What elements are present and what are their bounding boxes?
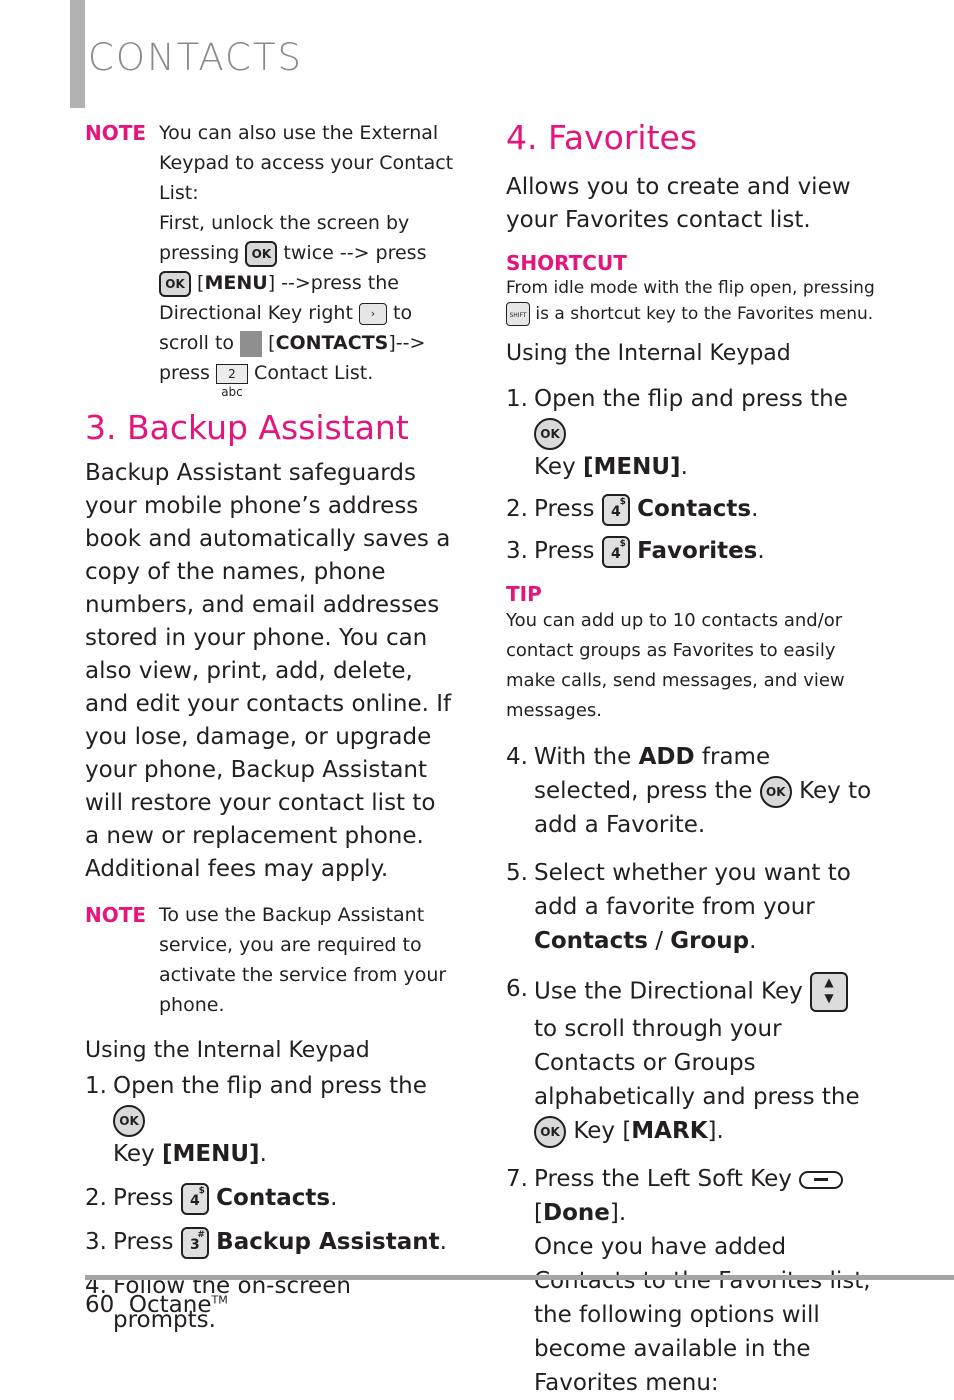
list-item: 2. Press 4 $ Contacts. [85, 1181, 455, 1215]
note-text: You can also use the External Keypad to … [159, 122, 454, 204]
left-column: NOTE You can also use the External Keypa… [85, 118, 455, 1337]
footer-divider [85, 1275, 954, 1280]
key-2-abc-icon: 2 abc [216, 363, 248, 399]
contacts-menu-icon [240, 330, 263, 357]
backup-assistant-description: Backup Assistant safeguards your mobile … [85, 460, 452, 882]
ok-key-icon: OK [159, 270, 191, 297]
list-item: 1. Open the flip and press the OK Key [M… [85, 1073, 427, 1167]
right-column: 4. Favorites Allows you to create and vi… [506, 118, 876, 1400]
note-external-keypad: NOTE You can also use the External Keypa… [85, 118, 455, 399]
chapter-title: CONTACTS [88, 36, 303, 79]
section-title-favorites: 4. Favorites [506, 118, 698, 157]
tip-text: You can add up to 10 contacts and/or con… [506, 610, 845, 721]
key-4-icon: 4 $ [601, 535, 630, 568]
note-backup-service: NOTE To use the Backup Assistant service… [85, 900, 455, 1020]
shortcut-label: SHORTCUT [506, 251, 627, 275]
list-item: 3. Press 4 $ Favorites. [506, 534, 876, 568]
section-title-backup-assistant: 3. Backup Assistant [85, 408, 409, 447]
ok-key-icon: OK [534, 417, 566, 450]
note-label: NOTE [85, 121, 147, 145]
shift-key-icon: SHIFT [506, 302, 530, 326]
ok-key-icon: OK [534, 1115, 566, 1148]
list-item: 5. Select whether you want to add a favo… [506, 860, 851, 954]
subheading-internal-keypad: Using the Internal Keypad [506, 341, 791, 366]
ok-key-icon: OK [245, 240, 278, 267]
favorites-description: Allows you to create and view your Favor… [506, 174, 851, 233]
subheading-internal-keypad: Using the Internal Keypad [85, 1038, 370, 1063]
key-4-icon: 4 $ [180, 1182, 209, 1215]
key-4-icon: 4 $ [601, 493, 630, 526]
list-item: 3. Press 3 # Backup Assistant. [85, 1225, 455, 1259]
directional-right-key-icon: › [358, 302, 387, 325]
directional-up-down-key-icon: ▲ ▼ [810, 972, 849, 1012]
ok-key-icon: OK [113, 1104, 145, 1137]
key-3-icon: 3 # [180, 1226, 209, 1259]
trademark: TM [211, 1293, 228, 1307]
note-label: NOTE [85, 903, 147, 927]
list-item: 1. Open the flip and press the OK Key [M… [506, 386, 848, 480]
tip-box: TIP You can add up to 10 contacts and/or… [506, 582, 876, 726]
list-item: 2. Press 4 $ Contacts. [506, 492, 876, 526]
ok-key-icon: OK [759, 775, 792, 808]
list-item: 6. Use the Directional Key ▲ ▼ to scroll … [506, 972, 876, 1148]
shortcut-box: SHORTCUT From idle mode with the flip op… [506, 251, 875, 326]
page-number: 60 [85, 1292, 115, 1318]
product-name: Octane [128, 1292, 212, 1318]
list-item: 4. With the ADD frame selected, press th… [506, 744, 872, 838]
tip-label: TIP [506, 582, 542, 606]
note-text: To use the Backup Assistant service, you… [159, 904, 447, 1016]
left-soft-key-icon [799, 1170, 844, 1189]
list-item: 7. Press the Left Soft Key [Done]. Once … [506, 1166, 871, 1396]
page-footer: 60 OctaneTM [85, 1292, 228, 1318]
chapter-tab-bar [70, 0, 85, 108]
